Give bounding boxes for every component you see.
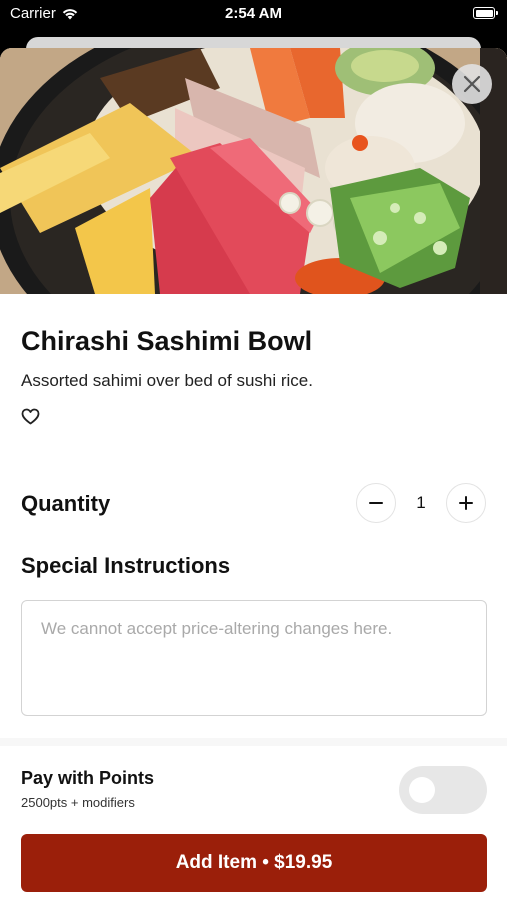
pay-with-points-subtitle: 2500pts + modifiers xyxy=(21,795,135,810)
close-button[interactable] xyxy=(452,64,492,104)
quantity-decrement-button[interactable] xyxy=(356,483,396,523)
special-instructions-label: Special Instructions xyxy=(21,553,231,578)
quantity-value: 1 xyxy=(416,493,426,512)
close-icon xyxy=(463,75,481,93)
minus-icon xyxy=(369,502,383,504)
item-description: Assorted sahimi over bed of sushi rice. xyxy=(21,371,313,390)
battery-icon xyxy=(473,7,498,19)
plus-icon xyxy=(459,496,473,510)
quantity-label: Quantity xyxy=(21,491,111,516)
section-divider xyxy=(0,738,507,746)
item-title: Chirashi Sashimi Bowl xyxy=(21,326,313,356)
pay-with-points-toggle[interactable] xyxy=(399,766,487,814)
toggle-knob xyxy=(409,777,435,803)
item-detail-sheet: Chirashi Sashimi Bowl Assorted sahimi ov… xyxy=(0,48,507,900)
add-item-button[interactable]: Add Item • $19.95 xyxy=(21,834,487,892)
special-instructions-field[interactable] xyxy=(21,600,487,716)
item-photo xyxy=(0,48,507,294)
heart-icon xyxy=(21,408,40,425)
status-bar: Carrier 2:54 AM xyxy=(0,0,507,30)
quantity-increment-button[interactable] xyxy=(446,483,486,523)
status-time: 2:54 AM xyxy=(225,5,282,22)
favorite-button[interactable] xyxy=(21,408,41,426)
pay-with-points-label: Pay with Points xyxy=(21,768,155,788)
